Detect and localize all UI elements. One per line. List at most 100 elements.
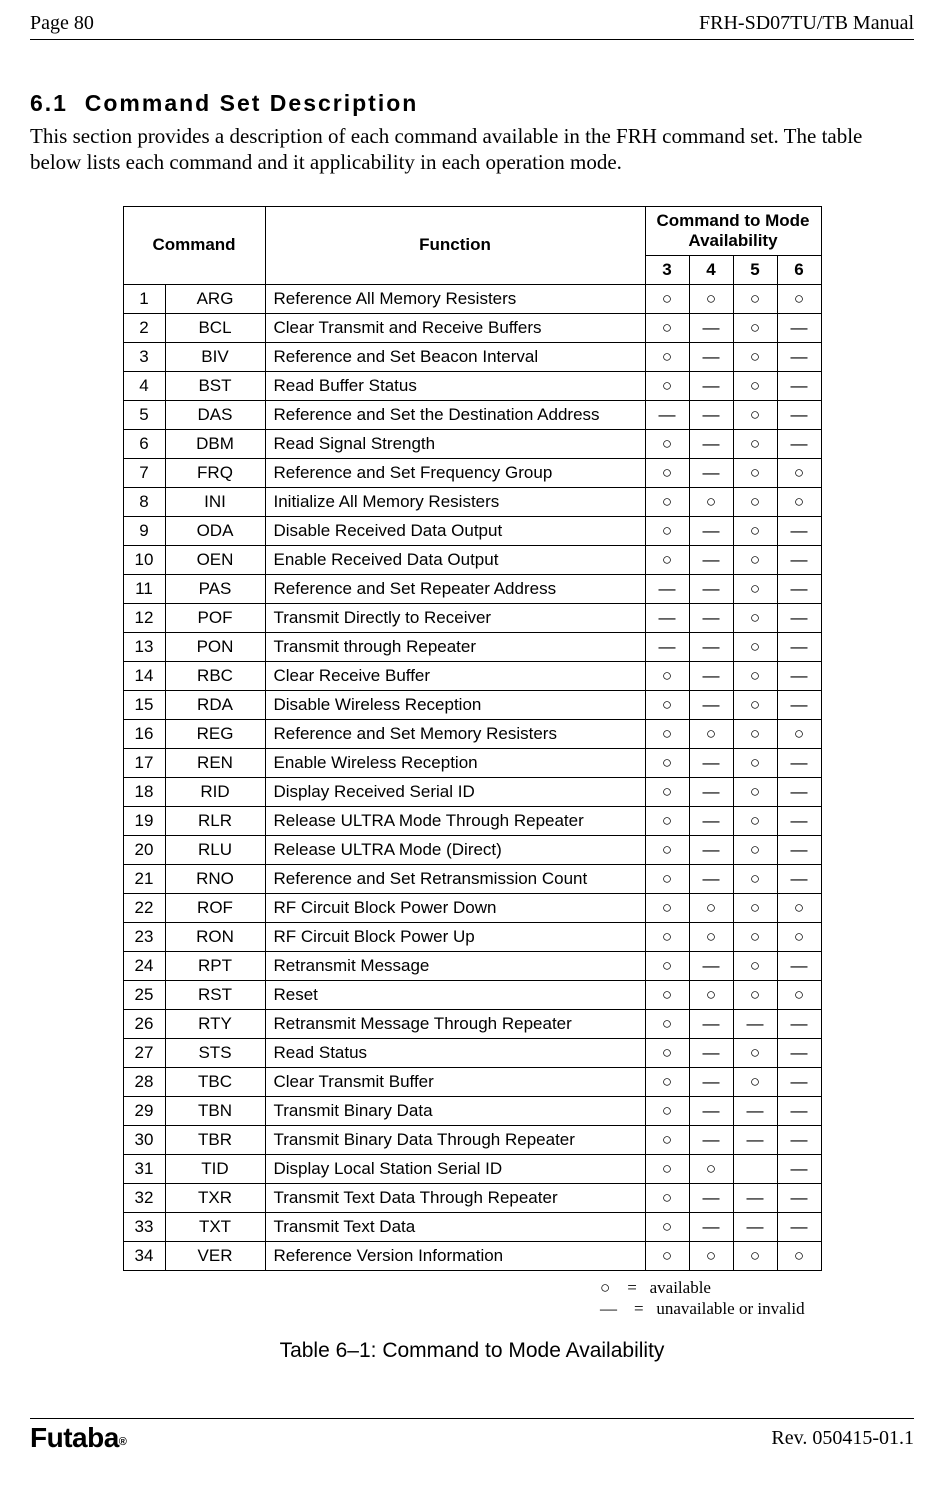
th-availability: Command to Mode Availability bbox=[645, 206, 821, 255]
th-mode-4: 4 bbox=[689, 255, 733, 284]
row-number: 5 bbox=[123, 400, 165, 429]
command-code: RLR bbox=[165, 806, 265, 835]
availability-cell: ― bbox=[689, 1183, 733, 1212]
table-row: 6DBMRead Signal Strength○―○― bbox=[123, 429, 821, 458]
availability-cell: ― bbox=[689, 951, 733, 980]
availability-cell: ― bbox=[645, 603, 689, 632]
availability-cell: ○ bbox=[733, 1067, 777, 1096]
function-desc: Reference and Set Memory Resisters bbox=[265, 719, 645, 748]
row-number: 16 bbox=[123, 719, 165, 748]
function-desc: Release ULTRA Mode (Direct) bbox=[265, 835, 645, 864]
availability-cell: ○ bbox=[733, 516, 777, 545]
command-code: REG bbox=[165, 719, 265, 748]
availability-cell: ― bbox=[689, 1125, 733, 1154]
legend-available: ○ = available bbox=[600, 1277, 914, 1298]
command-code: RON bbox=[165, 922, 265, 951]
availability-cell: ○ bbox=[733, 748, 777, 777]
function-desc: Transmit Binary Data bbox=[265, 1096, 645, 1125]
command-code: INI bbox=[165, 487, 265, 516]
availability-cell: ― bbox=[689, 400, 733, 429]
section-heading: 6.1 Command Set Description bbox=[30, 90, 914, 117]
manual-title: FRH-SD07TU/TB Manual bbox=[699, 12, 914, 35]
table-row: 2BCLClear Transmit and Receive Buffers○―… bbox=[123, 313, 821, 342]
function-desc: Transmit Binary Data Through Repeater bbox=[265, 1125, 645, 1154]
availability-cell: ○ bbox=[689, 719, 733, 748]
row-number: 21 bbox=[123, 864, 165, 893]
availability-cell: ― bbox=[777, 400, 821, 429]
availability-cell: ○ bbox=[733, 806, 777, 835]
availability-cell: ○ bbox=[645, 313, 689, 342]
availability-cell: ― bbox=[777, 342, 821, 371]
command-code: DBM bbox=[165, 429, 265, 458]
availability-cell: ○ bbox=[777, 922, 821, 951]
availability-cell: ○ bbox=[645, 980, 689, 1009]
availability-cell: ― bbox=[777, 1154, 821, 1183]
command-code: ODA bbox=[165, 516, 265, 545]
availability-cell: ○ bbox=[777, 980, 821, 1009]
row-number: 23 bbox=[123, 922, 165, 951]
availability-cell: ― bbox=[777, 864, 821, 893]
availability-cell: ○ bbox=[733, 777, 777, 806]
availability-cell: ○ bbox=[645, 1096, 689, 1125]
availability-cell: ― bbox=[777, 545, 821, 574]
availability-cell: ○ bbox=[645, 748, 689, 777]
availability-cell: ○ bbox=[733, 632, 777, 661]
availability-cell: ○ bbox=[777, 284, 821, 313]
row-number: 33 bbox=[123, 1212, 165, 1241]
row-number: 12 bbox=[123, 603, 165, 632]
function-desc: Transmit Directly to Receiver bbox=[265, 603, 645, 632]
table-row: 33TXTTransmit Text Data○――― bbox=[123, 1212, 821, 1241]
command-code: RNO bbox=[165, 864, 265, 893]
availability-cell: ― bbox=[689, 342, 733, 371]
function-desc: Reference and Set Beacon Interval bbox=[265, 342, 645, 371]
table-row: 28TBCClear Transmit Buffer○―○― bbox=[123, 1067, 821, 1096]
availability-cell: ― bbox=[689, 313, 733, 342]
availability-cell: ○ bbox=[777, 893, 821, 922]
logo: Futaba® bbox=[30, 1422, 126, 1454]
availability-cell: ○ bbox=[689, 284, 733, 313]
function-desc: Display Local Station Serial ID bbox=[265, 1154, 645, 1183]
table-row: 16REGReference and Set Memory Resisters ○… bbox=[123, 719, 821, 748]
availability-cell: ○ bbox=[645, 1067, 689, 1096]
availability-cell: ○ bbox=[645, 1212, 689, 1241]
row-number: 29 bbox=[123, 1096, 165, 1125]
command-code: OEN bbox=[165, 545, 265, 574]
availability-cell: ○ bbox=[645, 922, 689, 951]
availability-cell: ○ bbox=[733, 864, 777, 893]
availability-cell: ― bbox=[733, 1183, 777, 1212]
availability-cell: ○ bbox=[689, 1241, 733, 1270]
function-desc: Read Signal Strength bbox=[265, 429, 645, 458]
availability-cell: ○ bbox=[733, 980, 777, 1009]
availability-cell: ○ bbox=[733, 1038, 777, 1067]
availability-cell: ― bbox=[777, 1096, 821, 1125]
table-row: 24RPTRetransmit Message○―○― bbox=[123, 951, 821, 980]
availability-cell: ○ bbox=[733, 893, 777, 922]
availability-cell: ― bbox=[645, 574, 689, 603]
availability-cell: ― bbox=[689, 748, 733, 777]
availability-cell: ― bbox=[689, 835, 733, 864]
availability-cell: ― bbox=[689, 1067, 733, 1096]
command-code: PAS bbox=[165, 574, 265, 603]
table-row: 12POFTransmit Directly to Receiver――○― bbox=[123, 603, 821, 632]
row-number: 11 bbox=[123, 574, 165, 603]
row-number: 2 bbox=[123, 313, 165, 342]
availability-cell: ○ bbox=[733, 661, 777, 690]
availability-cell: ― bbox=[777, 603, 821, 632]
page-footer: Futaba® Rev. 050415-01.1 bbox=[30, 1418, 914, 1454]
command-code: RBC bbox=[165, 661, 265, 690]
availability-cell: ― bbox=[777, 748, 821, 777]
table-row: 11PASReference and Set Repeater Address―… bbox=[123, 574, 821, 603]
availability-cell: ― bbox=[689, 516, 733, 545]
row-number: 25 bbox=[123, 980, 165, 1009]
availability-cell: ○ bbox=[733, 371, 777, 400]
availability-cell: ― bbox=[777, 806, 821, 835]
availability-cell: ― bbox=[645, 400, 689, 429]
command-code: TID bbox=[165, 1154, 265, 1183]
availability-cell: ○ bbox=[733, 545, 777, 574]
availability-cell: ○ bbox=[645, 690, 689, 719]
availability-cell: ― bbox=[777, 777, 821, 806]
command-code: TBC bbox=[165, 1067, 265, 1096]
table-row: 14RBCClear Receive Buffer○―○― bbox=[123, 661, 821, 690]
page-number: Page 80 bbox=[30, 12, 94, 35]
command-code: DAS bbox=[165, 400, 265, 429]
